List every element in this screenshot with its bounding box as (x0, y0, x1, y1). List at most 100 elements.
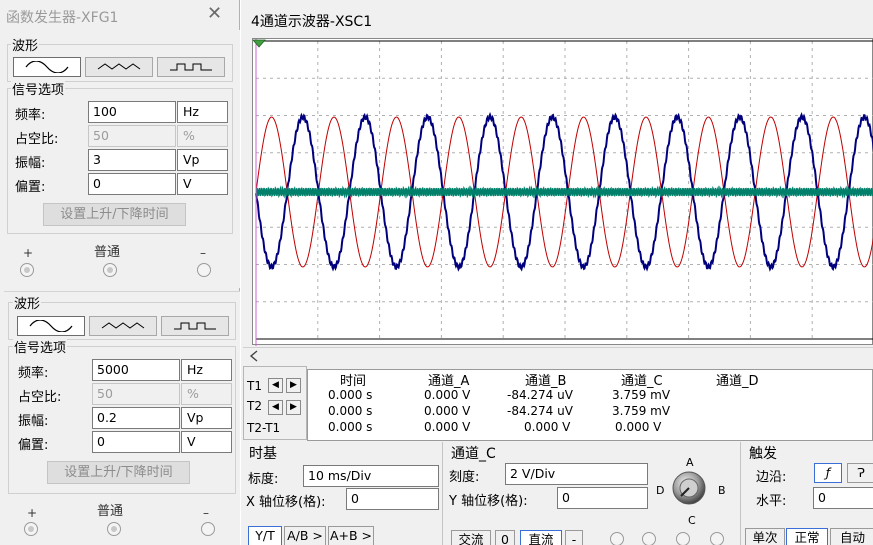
x-position-label: X 轴位移(格): (246, 495, 326, 510)
terminal-plus-radio-2[interactable] (24, 522, 38, 536)
terminal-common-radio[interactable] (103, 263, 117, 277)
cursor-t1-marker-icon (253, 39, 266, 48)
oscilloscope-screen[interactable] (252, 38, 873, 346)
offset-unit[interactable]: V (177, 173, 228, 195)
header-channel-d: 通道_D (716, 374, 759, 389)
channel-title: 通道_C (451, 446, 496, 462)
channel-scale-label: 刻度: (449, 470, 480, 485)
rising-edge-button[interactable]: ƒ (814, 463, 842, 483)
channel-d-terminal[interactable] (710, 532, 724, 545)
amplitude-unit[interactable]: Vp (177, 149, 228, 171)
frequency-input[interactable]: 100 (88, 101, 176, 123)
t1-right-button[interactable]: ▶ (286, 378, 301, 393)
trace-channel-c (255, 185, 873, 199)
y-position-input[interactable]: 0 (557, 487, 648, 509)
channel-b-terminal[interactable] (642, 532, 656, 545)
frequency-unit-2[interactable]: Hz (181, 359, 232, 381)
offset-unit-2[interactable]: V (181, 431, 232, 453)
t1-channel-a: 0.000 V (424, 388, 471, 402)
falling-edge-button[interactable]: Ɂ (847, 463, 873, 483)
square-wave-button[interactable] (157, 57, 225, 77)
t2-right-button[interactable]: ▶ (286, 400, 301, 415)
channel-scale-input[interactable]: 2 V/Div (505, 463, 648, 485)
auto-trigger-button[interactable]: 自动 (830, 528, 873, 545)
knob-label-b: B (718, 484, 726, 497)
t2-time: 0.000 s (328, 404, 373, 418)
ac-coupling-button[interactable]: 交流 (451, 530, 491, 545)
sine-wave-button-2[interactable] (17, 316, 85, 336)
yt-mode-button[interactable]: Y/T (248, 526, 282, 545)
knob-label-c: C (688, 514, 696, 527)
knob-label-a: A (686, 456, 694, 469)
frequency-unit[interactable]: Hz (177, 101, 228, 123)
x-position-input[interactable]: 0 (346, 488, 439, 510)
diff-time: 0.000 s (328, 420, 373, 434)
rise-fall-time-button: 设置上升/下降时间 (43, 203, 186, 226)
channel-selector-knob-icon[interactable] (671, 470, 707, 506)
offset-input[interactable]: 0 (88, 173, 176, 195)
offset-label: 偏置: (15, 180, 46, 195)
scroll-left-icon[interactable] (249, 350, 259, 362)
function-generator-window: 函数发生器-XFG1 ✕ 波形 信号选项 频率: 100 Hz 占空比: 50 … (0, 0, 240, 545)
timebase-scale-label: 标度: (248, 472, 279, 487)
triangle-wave-button[interactable] (85, 57, 153, 77)
amplitude-label: 振幅: (15, 156, 46, 171)
t2-t1-label: T2-T1 (247, 421, 281, 435)
generator-panel-1: 波形 信号选项 频率: 100 Hz 占空比: 50 % 振幅: 3 Vp 偏置… (0, 30, 240, 288)
duty-cycle-input: 50 (88, 125, 176, 147)
duty-cycle-input-2: 50 (92, 383, 180, 405)
invert-button[interactable]: - (565, 530, 583, 545)
terminal-minus-radio-2[interactable] (201, 522, 215, 536)
normal-trigger-button[interactable]: 正常 (786, 528, 828, 545)
trigger-title: 触发 (749, 446, 777, 462)
triangle-wave-icon (97, 63, 141, 70)
frequency-input-2[interactable]: 5000 (92, 359, 180, 381)
terminal-minus-label-2: – (203, 506, 209, 520)
timebase-scale-input[interactable]: 10 ms/Div (303, 465, 439, 487)
a-plus-b-mode-button[interactable]: A+B > (328, 526, 374, 545)
generator-title: 函数发生器-XFG1 (6, 10, 119, 26)
terminal-plus-label: + (23, 246, 34, 260)
dc-coupling-button[interactable]: 直流 (520, 530, 562, 545)
t2-left-button[interactable]: ◀ (268, 400, 283, 415)
amplitude-unit-2[interactable]: Vp (181, 407, 232, 429)
triangle-wave-button-2[interactable] (89, 316, 157, 336)
t1-left-button[interactable]: ◀ (268, 378, 283, 393)
amplitude-label-2: 振幅: (18, 414, 49, 429)
zero-coupling-button[interactable]: 0 (495, 530, 515, 545)
knob-label-d: D (656, 484, 665, 497)
oscilloscope-window: 4通道示波器-XSC1 T1 ◀ ▶ T2 ◀ ▶ T2-T1 时间 通道_A … (241, 0, 873, 545)
terminal-common-radio-2[interactable] (107, 522, 121, 536)
ab-mode-button[interactable]: A/B > (284, 526, 326, 545)
channel-a-terminal[interactable] (610, 532, 624, 545)
frequency-label-2: 频率: (18, 366, 49, 381)
terminal-common-label-2: 普通 (97, 504, 124, 519)
square-wave-button-2[interactable] (161, 316, 229, 336)
offset-input-2[interactable]: 0 (92, 431, 180, 453)
cursor-readout-table: 时间 通道_A 通道_B 通道_C 通道_D 0.000 s 0.000 V -… (307, 369, 873, 441)
diff-channel-a: 0.000 V (424, 420, 471, 434)
close-icon[interactable]: ✕ (207, 4, 222, 24)
single-trigger-button[interactable]: 单次 (745, 528, 785, 545)
header-time: 时间 (340, 374, 367, 389)
header-channel-b: 通道_B (525, 374, 567, 389)
signal-options-label-2: 信号选项 (13, 337, 68, 356)
amplitude-input[interactable]: 3 (88, 149, 176, 171)
offset-label-2: 偏置: (18, 438, 49, 453)
t1-channel-b: -84.274 uV (507, 388, 573, 402)
channel-c-terminal[interactable] (676, 532, 690, 545)
frequency-label: 频率: (15, 108, 46, 123)
duty-cycle-unit: % (177, 125, 228, 147)
horizontal-scrollbar[interactable] (243, 347, 873, 364)
terminal-minus-radio[interactable] (197, 263, 211, 277)
duty-cycle-label-2: 占空比: (18, 390, 62, 405)
trigger-panel: 触发 边沿: ƒ Ɂ 水平: 0 单次 正常 自动 (743, 442, 873, 545)
amplitude-input-2[interactable]: 0.2 (92, 407, 180, 429)
diff-channel-c: 0.000 V (615, 420, 662, 434)
waveform-group-label: 波形 (11, 35, 40, 54)
oscilloscope-traces (253, 39, 873, 346)
trigger-level-input[interactable]: 0 (813, 487, 873, 509)
terminal-plus-radio[interactable] (20, 263, 34, 277)
sine-wave-button[interactable] (13, 57, 81, 77)
y-position-label: Y 轴位移(格): (449, 494, 528, 509)
